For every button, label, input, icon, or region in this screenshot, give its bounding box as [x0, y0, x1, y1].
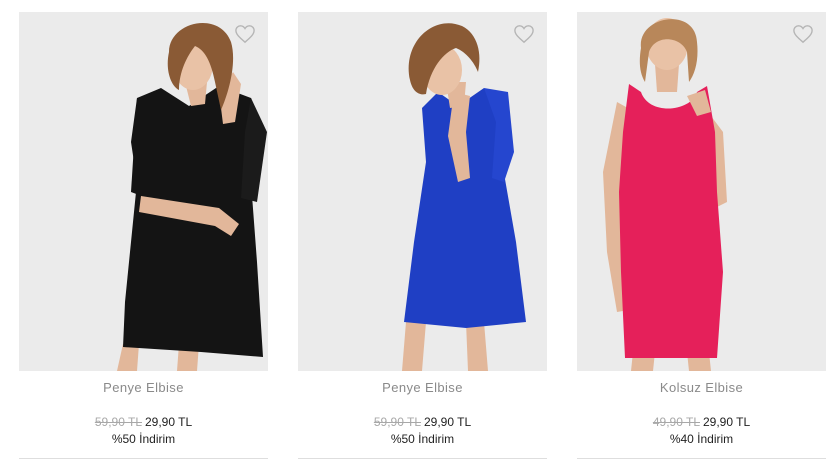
current-price: 29,90 TL: [703, 415, 751, 429]
price-row: 59,90 TL 29,90 TL: [298, 415, 547, 430]
favorite-heart-icon[interactable]: [792, 24, 814, 44]
discount-label: %40 İndirim: [669, 432, 734, 446]
product-card[interactable]: Penye Elbise 59,90 TL 29,90 TL %50 İndiri…: [19, 12, 268, 459]
model-photo: [19, 12, 268, 371]
price-row: 59,90 TL 29,90 TL: [19, 415, 268, 430]
model-photo: [298, 12, 547, 371]
product-card[interactable]: Kolsuz Elbise 49,90 TL 29,90 TL %40 İndir…: [577, 12, 826, 459]
model-photo: [577, 12, 826, 371]
product-image[interactable]: [577, 12, 826, 371]
product-grid: Penye Elbise 59,90 TL 29,90 TL %50 İndiri…: [0, 0, 839, 459]
product-name[interactable]: Kolsuz Elbise: [577, 380, 826, 396]
product-image[interactable]: [298, 12, 547, 371]
favorite-heart-icon[interactable]: [513, 24, 535, 44]
discount-label: %50 İndirim: [390, 432, 455, 446]
current-price: 29,90 TL: [424, 415, 472, 429]
old-price: 59,90 TL: [373, 415, 421, 429]
product-card[interactable]: Penye Elbise 59,90 TL 29,90 TL %50 İndiri…: [298, 12, 547, 459]
old-price: 59,90 TL: [94, 415, 142, 429]
product-name[interactable]: Penye Elbise: [19, 380, 268, 396]
old-price: 49,90 TL: [652, 415, 700, 429]
product-name[interactable]: Penye Elbise: [298, 380, 547, 396]
product-image[interactable]: [19, 12, 268, 371]
price-row: 49,90 TL 29,90 TL: [577, 415, 826, 430]
discount-label: %50 İndirim: [111, 432, 176, 446]
favorite-heart-icon[interactable]: [234, 24, 256, 44]
current-price: 29,90 TL: [145, 415, 193, 429]
